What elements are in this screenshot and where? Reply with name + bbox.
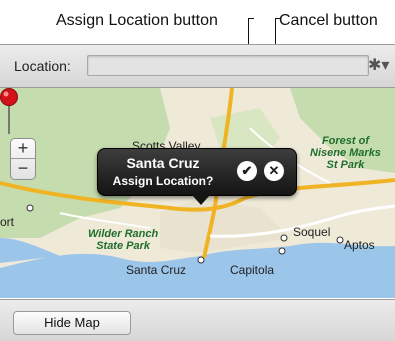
map-pin-icon[interactable]: [0, 88, 18, 136]
popup-title: Santa Cruz: [126, 155, 200, 171]
map-label-capitola: Capitola: [230, 263, 275, 277]
cancel-callout: Cancel button: [279, 12, 378, 29]
map-panel: Location: ✱▾ Scotts Valley Forest of Nis…: [0, 44, 395, 341]
location-field[interactable]: [87, 55, 369, 76]
map-label-soquel: Soquel: [293, 225, 331, 239]
popup-subtitle: Assign Location?: [112, 174, 214, 188]
forest-line-2: Nisene Marks: [310, 147, 381, 159]
assign-location-button[interactable]: ✔: [237, 161, 257, 181]
popup-arrow: [192, 195, 210, 205]
assign-location-callout: Assign Location button: [56, 12, 218, 29]
zoom-control: + −: [10, 138, 36, 180]
location-label: Location:: [14, 58, 71, 74]
cancel-button[interactable]: ✕: [264, 161, 284, 181]
map-label-port: ort: [0, 215, 15, 229]
cancel-callout-tick: [275, 18, 280, 19]
assign-callout-tick: [248, 18, 254, 19]
assign-location-popup: Santa Cruz Assign Location? ✔ ✕: [97, 148, 297, 205]
zoom-out-button[interactable]: −: [11, 159, 35, 178]
location-toolbar: Location: ✱▾: [0, 45, 395, 88]
map-label-santa-cruz: Santa Cruz: [126, 263, 187, 277]
map-view[interactable]: Scotts Valley Forest of Nisene Marks St …: [0, 88, 395, 298]
zoom-in-button[interactable]: +: [11, 139, 35, 159]
map-label-forest: Forest of Nisene Marks St Park: [310, 135, 381, 171]
forest-line-1: Forest of: [321, 135, 369, 147]
gear-icon[interactable]: ✱▾: [368, 55, 389, 75]
wilder-line-2: State Park: [96, 240, 150, 252]
wilder-line-1: Wilder Ranch: [88, 228, 159, 240]
map-label-wilder-ranch: Wilder Ranch State Park: [88, 228, 158, 252]
map-footer: Hide Map: [0, 299, 395, 341]
map-label-aptos: Aptos: [344, 238, 375, 252]
forest-line-3: St Park: [326, 159, 365, 171]
hide-map-button[interactable]: Hide Map: [13, 311, 131, 335]
